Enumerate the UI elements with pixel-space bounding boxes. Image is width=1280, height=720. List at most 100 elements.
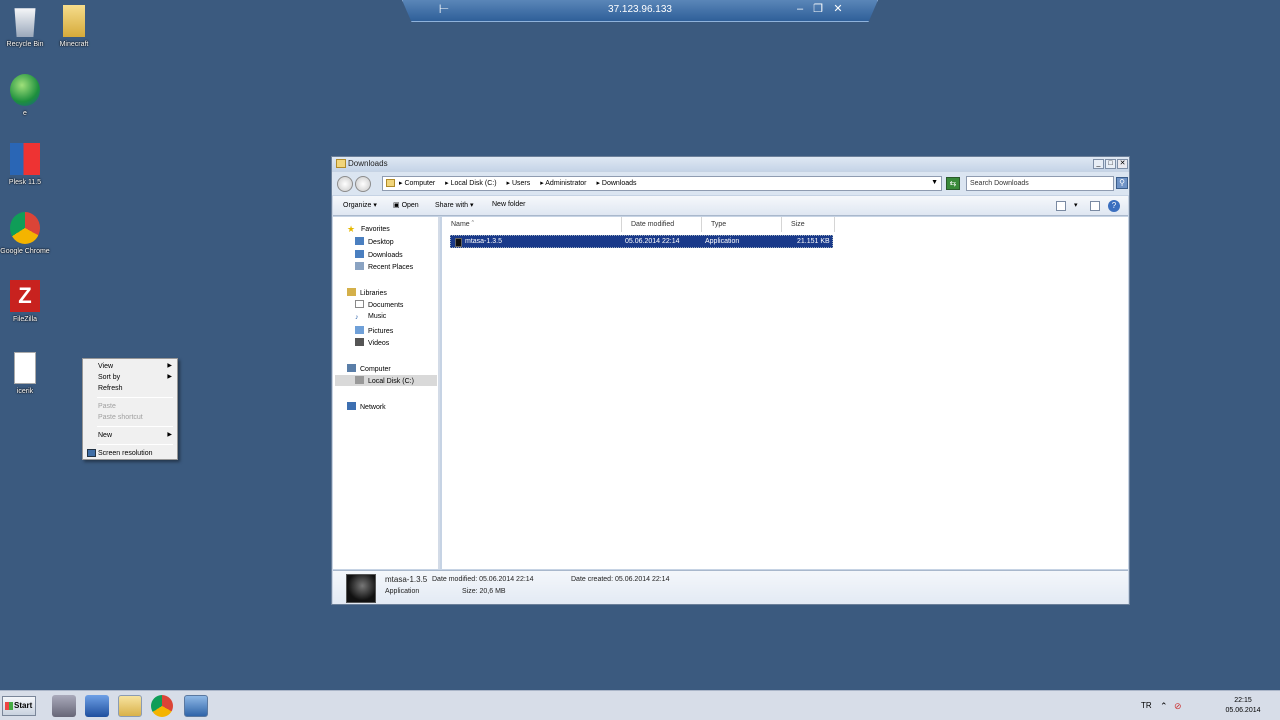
details-date-modified: Date modified: 05.06.2014 22:14 bbox=[432, 576, 534, 583]
chevron-down-icon[interactable]: ▾ bbox=[1074, 201, 1078, 209]
monitor-icon bbox=[87, 449, 96, 457]
folder-icon bbox=[386, 179, 395, 187]
breadcrumb: ▸ Computer ▸ Local Disk (C:) ▸ Users ▸ A… bbox=[399, 179, 645, 187]
plesk-icon bbox=[10, 143, 40, 175]
close-button[interactable]: ✕ bbox=[831, 2, 845, 16]
menu-item-paste: Paste bbox=[98, 403, 116, 410]
menu-item-screen-resolution[interactable]: Screen resolution bbox=[85, 448, 175, 459]
back-button[interactable] bbox=[337, 176, 353, 192]
language-indicator[interactable]: TR bbox=[1141, 701, 1152, 710]
nav-libraries[interactable]: Libraries bbox=[347, 288, 387, 297]
nav-pictures[interactable]: Pictures bbox=[355, 326, 393, 335]
column-header-size[interactable]: Size bbox=[782, 217, 835, 232]
details-type: Application bbox=[385, 588, 420, 595]
chrome-icon[interactable] bbox=[151, 695, 173, 717]
folder-icon bbox=[336, 159, 346, 168]
menu-item-refresh[interactable]: Refresh bbox=[85, 383, 175, 394]
explorer-icon[interactable] bbox=[118, 695, 142, 717]
details-size: Size: 20,6 MB bbox=[462, 588, 506, 595]
command-bar: Organize ▾ ▣ Open Share with ▾ New folde… bbox=[333, 196, 1128, 216]
desktop-icon-plesk[interactable]: Plesk 11.5 bbox=[0, 143, 50, 187]
maximize-button[interactable]: □ bbox=[1105, 159, 1116, 169]
nav-network[interactable]: Network bbox=[347, 402, 386, 411]
minimize-button[interactable]: _ bbox=[1093, 159, 1104, 169]
desktop-icon-internet[interactable]: e bbox=[0, 74, 50, 118]
taskbar: Start TR ⌃ ⊘ 22:15 05.06.2014 bbox=[0, 690, 1280, 720]
details-name: mtasa-1.3.5 bbox=[385, 575, 428, 584]
nav-local-disk[interactable]: Local Disk (C:) bbox=[355, 376, 414, 385]
desktop-icon-chrome[interactable]: Google Chrome bbox=[0, 212, 50, 256]
chevron-down-icon[interactable]: ▼ bbox=[931, 179, 938, 186]
desktop-icon-icerik[interactable]: icerik bbox=[0, 352, 50, 396]
menu-item-sort-by[interactable]: Sort by ▶ bbox=[85, 372, 175, 383]
navigation-pane: ★ Favorites Desktop Downloads Recent Plac… bbox=[333, 217, 440, 569]
nav-recent-places[interactable]: Recent Places bbox=[355, 262, 413, 271]
breadcrumb-item[interactable]: ▸ Downloads bbox=[596, 180, 640, 187]
start-button[interactable]: Start bbox=[2, 696, 36, 716]
forward-button[interactable] bbox=[355, 176, 371, 192]
minimize-button[interactable]: – bbox=[793, 2, 807, 16]
share-with-button[interactable]: Share with ▾ bbox=[435, 201, 474, 209]
file-list: Name ˆ Date modified Type Size mtasa-1.3… bbox=[442, 217, 1128, 569]
computer-icon bbox=[347, 364, 356, 372]
breadcrumb-item[interactable]: ▸ Administrator bbox=[540, 180, 590, 187]
recycle-bin-icon bbox=[14, 8, 36, 37]
view-options-icon[interactable] bbox=[1056, 201, 1066, 211]
explorer-window: Downloads _ □ ✕ ▸ Computer ▸ Local Disk … bbox=[331, 156, 1130, 605]
file-thumbnail bbox=[346, 574, 376, 603]
file-name: mtasa-1.3.5 bbox=[465, 238, 502, 245]
preview-pane-icon[interactable] bbox=[1090, 201, 1100, 211]
text-file-icon bbox=[14, 352, 36, 384]
star-icon: ★ bbox=[347, 224, 356, 234]
organize-button[interactable]: Organize ▾ bbox=[343, 201, 377, 209]
desktop-context-menu: View ▶ Sort by ▶ Refresh Paste Paste short… bbox=[82, 358, 178, 460]
restore-button[interactable]: ❐ bbox=[811, 2, 825, 16]
column-header-type[interactable]: Type bbox=[702, 217, 782, 232]
table-row[interactable]: mtasa-1.3.5 05.06.2014 22:14 Application… bbox=[450, 235, 833, 248]
remote-desktop-icon[interactable] bbox=[184, 695, 208, 717]
menu-item-new[interactable]: New ▶ bbox=[85, 430, 175, 441]
search-icon[interactable]: ⚲ bbox=[1116, 177, 1128, 189]
column-header-date-modified[interactable]: Date modified bbox=[622, 217, 702, 232]
file-date-modified: 05.06.2014 22:14 bbox=[625, 238, 680, 245]
desktop-icon-filezilla[interactable]: Z FileZilla bbox=[0, 280, 50, 324]
file-type: Application bbox=[705, 238, 740, 245]
nav-music[interactable]: ♪ Music bbox=[355, 313, 386, 322]
nav-desktop[interactable]: Desktop bbox=[355, 237, 394, 246]
powershell-icon[interactable] bbox=[85, 695, 109, 717]
nav-favorites[interactable]: ★ Favorites bbox=[347, 224, 390, 234]
nav-documents[interactable]: Documents bbox=[355, 300, 403, 309]
documents-icon bbox=[355, 300, 364, 308]
nav-computer[interactable]: Computer bbox=[347, 364, 391, 373]
menu-item-view[interactable]: View ▶ bbox=[85, 361, 175, 372]
breadcrumb-item[interactable]: ▸ Computer bbox=[399, 180, 439, 187]
nav-downloads[interactable]: Downloads bbox=[355, 250, 403, 259]
menu-separator bbox=[97, 426, 173, 427]
details-pane: mtasa-1.3.5 Date modified: 05.06.2014 22… bbox=[333, 570, 1128, 604]
filezilla-icon: Z bbox=[10, 280, 40, 312]
breadcrumb-item[interactable]: ▸ Local Disk (C:) bbox=[445, 180, 500, 187]
details-date-created: Date created: 05.06.2014 22:14 bbox=[571, 576, 670, 583]
network-warning-icon[interactable]: ⊘ bbox=[1174, 701, 1182, 712]
close-button[interactable]: ✕ bbox=[1117, 159, 1128, 169]
address-bar[interactable]: ▸ Computer ▸ Local Disk (C:) ▸ Users ▸ A… bbox=[382, 176, 942, 191]
breadcrumb-item[interactable]: ▸ Users bbox=[506, 180, 534, 187]
new-folder-button[interactable]: New folder bbox=[492, 201, 525, 208]
open-button[interactable]: ▣ Open bbox=[393, 201, 419, 209]
system-clock[interactable]: 22:15 05.06.2014 bbox=[1220, 696, 1266, 716]
address-row: ▸ Computer ▸ Local Disk (C:) ▸ Users ▸ A… bbox=[332, 172, 1129, 195]
drive-icon bbox=[355, 376, 364, 384]
search-input[interactable]: Search Downloads bbox=[966, 176, 1114, 191]
nav-videos[interactable]: Videos bbox=[355, 338, 389, 347]
refresh-button[interactable]: ⇆ bbox=[946, 177, 960, 190]
help-icon[interactable]: ? bbox=[1108, 200, 1120, 212]
desktop-icon-minecraft[interactable]: Minecraft bbox=[49, 5, 99, 49]
server-manager-icon[interactable] bbox=[52, 695, 76, 717]
pictures-icon bbox=[355, 326, 364, 334]
desktop-icon-recycle-bin[interactable]: Recycle Bin bbox=[0, 5, 50, 49]
chevron-up-icon[interactable]: ⌃ bbox=[1160, 701, 1168, 712]
window-titlebar[interactable]: Downloads _ □ ✕ bbox=[332, 157, 1129, 171]
column-header-name[interactable]: Name ˆ bbox=[442, 217, 622, 232]
sort-ascending-icon: ˆ bbox=[471, 221, 474, 228]
desktop-icon bbox=[355, 237, 364, 245]
